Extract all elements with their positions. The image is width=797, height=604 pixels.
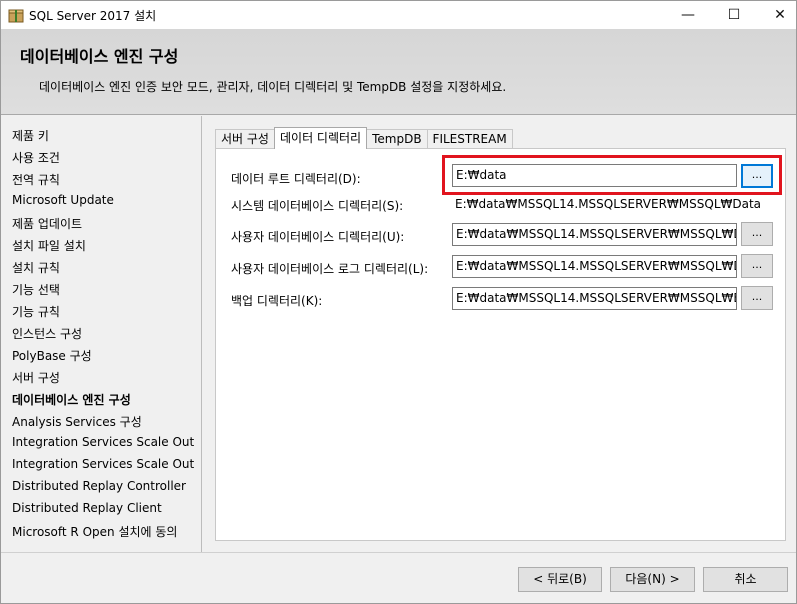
nav-item-distributed-replay-client[interactable]: Distributed Replay Client <box>12 501 197 515</box>
nav-item-integration-services-scale-out-1[interactable]: Integration Services Scale Out ... <box>12 435 197 449</box>
nav-item-polybase-configuration[interactable]: PolyBase 구성 <box>12 347 197 364</box>
close-button[interactable]: ✕ <box>757 1 797 29</box>
system-db-label: 시스템 데이터베이스 디렉터리(S): <box>231 199 404 213</box>
next-button[interactable]: 다음(N) > <box>610 567 695 592</box>
nav-item-analysis-services-configuration[interactable]: Analysis Services 구성 <box>12 413 197 430</box>
nav-item-feature-selection[interactable]: 기능 선택 <box>12 281 197 298</box>
backup-label: 백업 디렉터리(K): <box>231 294 323 308</box>
nav-item-product-key[interactable]: 제품 키 <box>12 127 197 144</box>
config-tabs: 서버 구성 데이터 디렉터리 TempDB FILESTREAM <box>215 127 513 149</box>
back-button[interactable]: < 뒤로(B) <box>518 567 602 592</box>
user-log-label: 사용자 데이터베이스 로그 디렉터리(L): <box>231 262 429 276</box>
tab-server-configuration[interactable]: 서버 구성 <box>215 129 275 149</box>
nav-item-r-open-consent[interactable]: Microsoft R Open 설치에 동의 <box>12 523 197 540</box>
cancel-button[interactable]: 취소 <box>703 567 788 592</box>
user-log-browse-button[interactable]: ... <box>741 254 773 278</box>
nav-item-distributed-replay-controller[interactable]: Distributed Replay Controller <box>12 479 197 493</box>
tab-tempdb[interactable]: TempDB <box>366 129 428 149</box>
system-db-value: E:₩data₩MSSQL14.MSSQLSERVER₩MSSQL₩Data <box>455 197 762 211</box>
user-db-label: 사용자 데이터베이스 디렉터리(U): <box>231 230 405 244</box>
nav-item-instance-configuration[interactable]: 인스턴스 구성 <box>12 325 197 342</box>
page-header: 데이터베이스 엔진 구성 데이터베이스 엔진 인증 보안 모드, 관리자, 데이… <box>1 29 796 115</box>
page-title: 데이터베이스 엔진 구성 <box>20 47 179 66</box>
tab-filestream[interactable]: FILESTREAM <box>426 129 513 149</box>
backup-browse-button[interactable]: ... <box>741 286 773 310</box>
setup-window: SQL Server 2017 설치 — ☐ ✕ 데이터베이스 엔진 구성 데이… <box>0 0 797 604</box>
user-db-browse-button[interactable]: ... <box>741 222 773 246</box>
backup-input[interactable]: E:₩data₩MSSQL14.MSSQLSERVER₩MSSQL₩Backup <box>452 287 737 310</box>
nav-item-install-setup-files[interactable]: 설치 파일 설치 <box>12 237 197 254</box>
annotation-highlight-box <box>442 155 782 195</box>
nav-item-server-configuration[interactable]: 서버 구성 <box>12 369 197 386</box>
title-bar: SQL Server 2017 설치 — ☐ ✕ <box>1 1 796 29</box>
data-root-label: 데이터 루트 디렉터리(D): <box>231 172 361 186</box>
nav-item-license-terms[interactable]: 사용 조건 <box>12 149 197 166</box>
nav-item-feature-rules[interactable]: 기능 규칙 <box>12 303 197 320</box>
nav-item-microsoft-update[interactable]: Microsoft Update <box>12 193 197 207</box>
user-log-input[interactable]: E:₩data₩MSSQL14.MSSQLSERVER₩MSSQL₩Data <box>452 255 737 278</box>
sql-setup-box-icon <box>8 9 24 23</box>
minimize-button[interactable]: — <box>665 1 711 29</box>
nav-item-product-updates[interactable]: 제품 업데이트 <box>12 215 197 232</box>
nav-item-global-rules[interactable]: 전역 규칙 <box>12 171 197 188</box>
nav-item-integration-services-scale-out-2[interactable]: Integration Services Scale Out ... <box>12 457 197 471</box>
maximize-button[interactable]: ☐ <box>711 1 757 29</box>
nav-item-database-engine-configuration[interactable]: 데이터베이스 엔진 구성 <box>12 391 197 408</box>
nav-item-install-rules[interactable]: 설치 규칙 <box>12 259 197 276</box>
footer-divider <box>1 552 796 553</box>
window-title: SQL Server 2017 설치 <box>29 9 157 23</box>
tab-data-directories[interactable]: 데이터 디렉터리 <box>273 127 368 149</box>
page-subtitle: 데이터베이스 엔진 인증 보안 모드, 관리자, 데이터 디렉터리 및 Temp… <box>39 80 507 94</box>
user-db-input[interactable]: E:₩data₩MSSQL14.MSSQLSERVER₩MSSQL₩Data <box>452 223 737 246</box>
